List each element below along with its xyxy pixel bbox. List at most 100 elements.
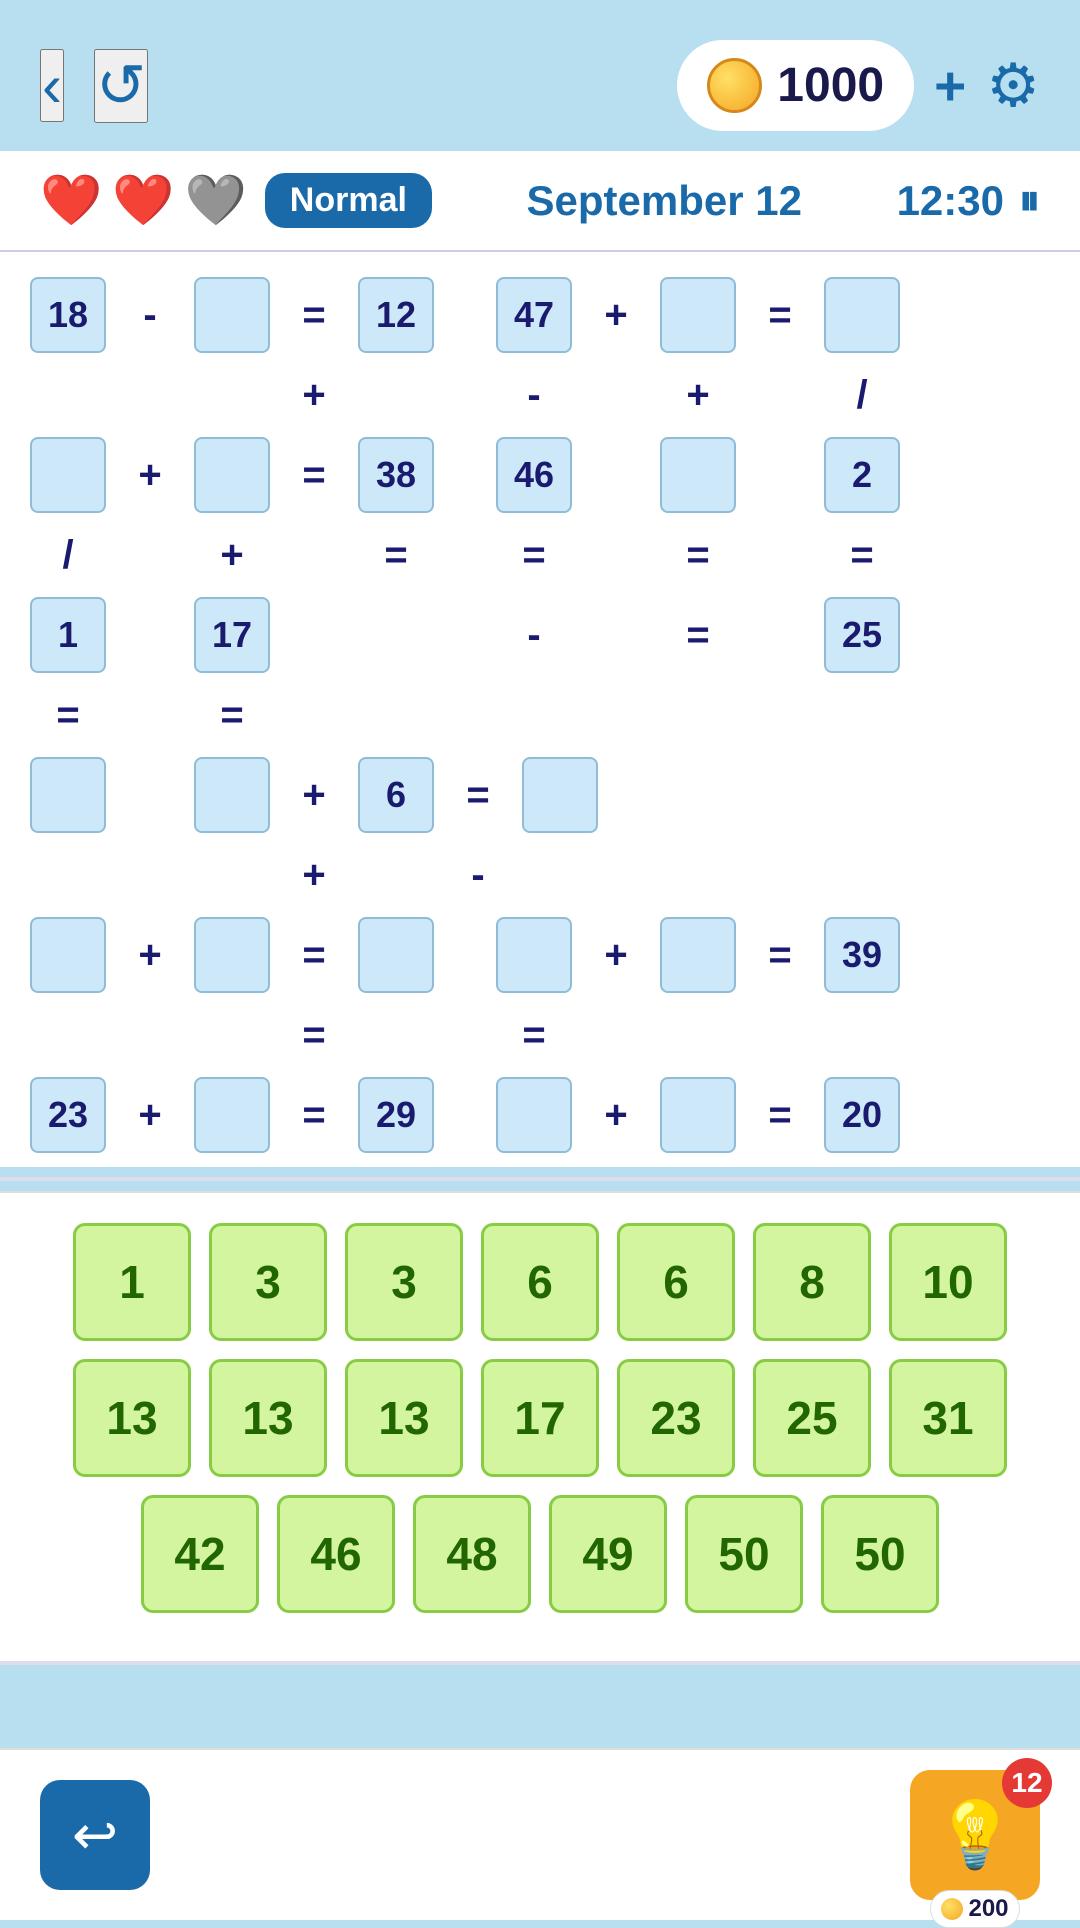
lightbulb-icon: 💡 — [935, 1797, 1016, 1873]
tile-6a[interactable]: 6 — [481, 1223, 599, 1341]
cell-r7c2[interactable] — [194, 757, 270, 833]
subheader: ❤️ ❤️ 🩶 Normal September 12 12:30 ⏸ — [0, 151, 1080, 252]
cell-r11op2: + — [578, 1077, 654, 1153]
cell-r1op1: - — [112, 277, 188, 353]
tile-25[interactable]: 25 — [753, 1359, 871, 1477]
tile-1[interactable]: 1 — [73, 1223, 191, 1341]
divider-1 — [0, 1177, 1080, 1181]
tiles-row-2: 13 13 13 17 23 25 31 — [40, 1359, 1040, 1477]
cell-r3c4: 46 — [496, 437, 572, 513]
puzzle-row-10: = = — [30, 997, 1050, 1073]
cell-r9c2[interactable] — [194, 917, 270, 993]
cell-r4eq4: = — [824, 517, 900, 593]
tile-13b[interactable]: 13 — [209, 1359, 327, 1477]
cell-r7eq1: = — [440, 757, 516, 833]
cell-r9op2: + — [578, 917, 654, 993]
hint-count: 12 — [1002, 1758, 1052, 1808]
tile-17[interactable]: 17 — [481, 1359, 599, 1477]
cell-r2op3: + — [660, 357, 736, 433]
tile-50a[interactable]: 50 — [685, 1495, 803, 1613]
cell-r4eq2: = — [496, 517, 572, 593]
cell-r9c6: 39 — [824, 917, 900, 993]
coin-count: 1000 — [777, 58, 884, 113]
tiles-row-1: 1 3 3 6 6 8 10 — [40, 1223, 1040, 1341]
heart-3: 🩶 — [185, 171, 247, 230]
puzzle-row-1: 18 - = 12 47 + = — [30, 277, 1050, 353]
cell-r3c6: 2 — [824, 437, 900, 513]
undo-icon: ↩ — [72, 1803, 118, 1867]
hint-button[interactable]: 12 💡 — [910, 1770, 1040, 1900]
cell-r4op2: + — [194, 517, 270, 593]
cell-r2op2: - — [496, 357, 572, 433]
tile-23[interactable]: 23 — [617, 1359, 735, 1477]
undo-button[interactable]: ↩ — [40, 1780, 150, 1890]
cell-r11c3: 29 — [358, 1077, 434, 1153]
divider-2 — [0, 1661, 1080, 1665]
tile-6b[interactable]: 6 — [617, 1223, 735, 1341]
cell-r6eq2: = — [194, 677, 270, 753]
heart-2: ❤️ — [112, 171, 174, 230]
tile-49[interactable]: 49 — [549, 1495, 667, 1613]
cell-r7c3: 6 — [358, 757, 434, 833]
cell-r3op1: + — [112, 437, 188, 513]
cell-r9c5[interactable] — [660, 917, 736, 993]
back-button[interactable]: ‹ — [40, 49, 64, 122]
cell-r3c5[interactable] — [660, 437, 736, 513]
heart-1: ❤️ — [40, 171, 102, 230]
cell-r3c3: 38 — [358, 437, 434, 513]
tile-13a[interactable]: 13 — [73, 1359, 191, 1477]
header-left: ‹ ↺ — [40, 49, 148, 123]
cell-r8op1: + — [276, 837, 352, 913]
cell-r1c5[interactable] — [660, 277, 736, 353]
cell-r11c2[interactable] — [194, 1077, 270, 1153]
cell-r1c1: 18 — [30, 277, 106, 353]
cell-r9eq1: = — [276, 917, 352, 993]
settings-button[interactable]: ⚙ — [986, 51, 1040, 121]
tile-31[interactable]: 31 — [889, 1359, 1007, 1477]
hint-cost-label: 200 — [968, 1895, 1008, 1923]
cell-r3c2[interactable] — [194, 437, 270, 513]
cell-r1c4: 47 — [496, 277, 572, 353]
cell-r5c1: 1 — [30, 597, 106, 673]
coin-icon — [707, 58, 762, 113]
tile-50b[interactable]: 50 — [821, 1495, 939, 1613]
hint-area: 12 💡 200 — [910, 1770, 1040, 1900]
cell-r11op1: + — [112, 1077, 188, 1153]
pause-button[interactable]: ⏸ — [1019, 176, 1040, 225]
coin-display: 1000 — [677, 40, 914, 131]
tile-46[interactable]: 46 — [277, 1495, 395, 1613]
tile-3b[interactable]: 3 — [345, 1223, 463, 1341]
tile-10[interactable]: 10 — [889, 1223, 1007, 1341]
cell-r11c4[interactable] — [496, 1077, 572, 1153]
puzzle-row-3: + = 38 46 2 — [30, 437, 1050, 513]
cell-r3eq1: = — [276, 437, 352, 513]
puzzle-row-4: / + = = = = — [30, 517, 1050, 593]
timer-text: 12:30 — [897, 177, 1004, 225]
puzzle-row-7: + 6 = — [30, 757, 1050, 833]
cell-r1c6[interactable] — [824, 277, 900, 353]
cell-r3c1[interactable] — [30, 437, 106, 513]
tile-3a[interactable]: 3 — [209, 1223, 327, 1341]
timer-area: 12:30 ⏸ — [897, 176, 1040, 225]
add-coins-button[interactable]: + — [934, 54, 966, 118]
tile-8[interactable]: 8 — [753, 1223, 871, 1341]
cell-r7c4[interactable] — [522, 757, 598, 833]
cell-r11c5[interactable] — [660, 1077, 736, 1153]
tile-48[interactable]: 48 — [413, 1495, 531, 1613]
cell-r9c4[interactable] — [496, 917, 572, 993]
cell-r9c3[interactable] — [358, 917, 434, 993]
tiles-row-3: 42 46 48 49 50 50 — [40, 1495, 1040, 1613]
puzzle-row-2: + - + / — [30, 357, 1050, 433]
refresh-button[interactable]: ↺ — [94, 49, 148, 123]
cell-r7op1: + — [276, 757, 352, 833]
tile-13c[interactable]: 13 — [345, 1359, 463, 1477]
cell-r1c2[interactable] — [194, 277, 270, 353]
puzzle-row-5: 1 17 - = 25 — [30, 597, 1050, 673]
bottom-bar: ↩ 12 💡 200 — [0, 1748, 1080, 1920]
cell-r1eq1: = — [276, 277, 352, 353]
cell-r2op1: + — [276, 357, 352, 433]
cell-r7c1[interactable] — [30, 757, 106, 833]
puzzle-row-8: + - — [30, 837, 1050, 913]
tile-42[interactable]: 42 — [141, 1495, 259, 1613]
cell-r9c1[interactable] — [30, 917, 106, 993]
